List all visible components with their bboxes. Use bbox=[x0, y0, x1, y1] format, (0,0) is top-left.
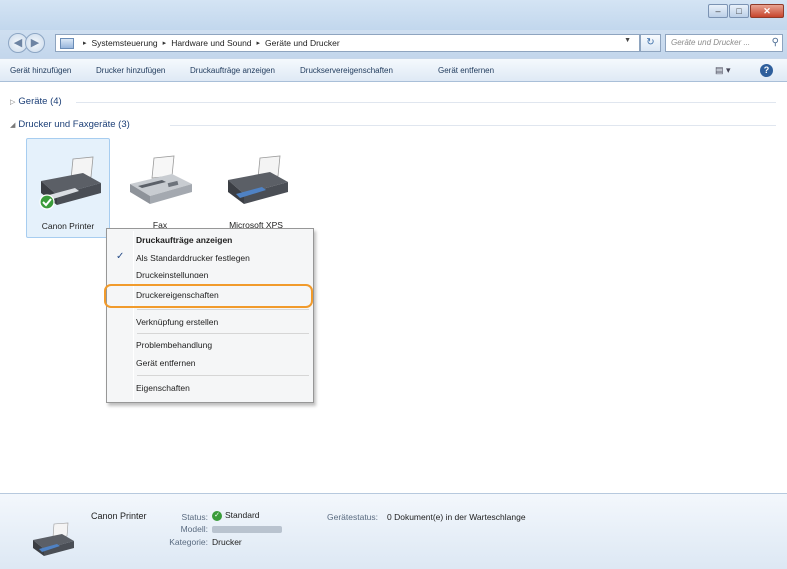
show-print-jobs-button[interactable]: Druckaufträge anzeigen bbox=[190, 66, 275, 75]
menu-item-remove-device[interactable]: Gerät entfernen bbox=[136, 358, 196, 368]
menu-item-show-print-jobs[interactable]: Druckaufträge anzeigen bbox=[136, 235, 232, 245]
breadcrumb-item-devices-printers[interactable]: Geräte und Drucker bbox=[265, 38, 340, 48]
group-devices-label: Geräte (4) bbox=[18, 96, 62, 107]
minimize-button[interactable]: – bbox=[708, 4, 728, 18]
forward-arrow-icon: ▶ bbox=[30, 37, 40, 49]
printer-icon bbox=[35, 155, 105, 213]
printer-name: Canon Printer bbox=[41, 221, 95, 231]
title-bar: – □ ✕ bbox=[0, 0, 787, 30]
search-input[interactable]: Geräte und Drucker ... ⚲ bbox=[665, 34, 783, 52]
device-status-label: Gerätestatus: bbox=[327, 512, 379, 522]
printer-canon[interactable]: Canon Printer bbox=[26, 138, 110, 238]
redacted-value bbox=[212, 526, 282, 534]
menu-item-properties[interactable]: Eigenschaften bbox=[136, 383, 190, 393]
close-button[interactable]: ✕ bbox=[750, 4, 784, 18]
collapse-icon: ◢ bbox=[10, 122, 16, 129]
breadcrumb-separator-icon[interactable]: ▸ bbox=[163, 39, 167, 47]
add-device-button[interactable]: Gerät hinzufügen bbox=[10, 66, 71, 75]
help-icon[interactable]: ? bbox=[760, 64, 773, 77]
search-icon[interactable]: ⚲ bbox=[772, 37, 779, 48]
printer-icon bbox=[30, 522, 76, 562]
highlight-ring bbox=[104, 284, 313, 308]
group-divider bbox=[170, 125, 776, 126]
printer-microsoft-xps[interactable]: Microsoft XPS bbox=[214, 138, 298, 238]
refresh-button[interactable]: ↻ bbox=[640, 34, 661, 52]
add-printer-button[interactable]: Drucker hinzufügen bbox=[96, 66, 165, 75]
control-panel-icon bbox=[60, 37, 74, 49]
group-divider bbox=[76, 102, 776, 103]
check-icon: ✓ bbox=[116, 251, 125, 262]
view-options-button[interactable]: ▤ ▾ bbox=[715, 65, 731, 76]
group-printers[interactable]: ◢ Drucker und Faxgeräte (3) bbox=[10, 119, 130, 130]
menu-separator bbox=[137, 309, 309, 310]
printer-fax[interactable]: Fax bbox=[118, 138, 202, 238]
maximize-icon: □ bbox=[736, 6, 742, 16]
breadcrumb-item-systemsteuerung[interactable]: Systemsteuerung bbox=[92, 38, 158, 48]
model-value-redacted bbox=[212, 524, 282, 534]
minimize-icon: – bbox=[715, 6, 721, 16]
back-arrow-icon: ◀ bbox=[13, 37, 23, 49]
fax-icon bbox=[126, 154, 196, 212]
status-label: Status: bbox=[181, 512, 208, 522]
category-label: Kategorie: bbox=[169, 537, 208, 547]
close-icon: ✕ bbox=[763, 6, 771, 16]
refresh-icon: ↻ bbox=[646, 37, 655, 48]
details-device-name: Canon Printer bbox=[91, 511, 147, 521]
model-label: Modell: bbox=[180, 524, 208, 534]
group-printers-label: Drucker und Faxgeräte (3) bbox=[18, 119, 130, 130]
menu-item-printing-preferences[interactable]: Druckeinstellungen bbox=[136, 270, 208, 278]
menu-separator bbox=[137, 333, 309, 334]
menu-item-create-shortcut[interactable]: Verknüpfung erstellen bbox=[136, 317, 218, 327]
status-ok-icon: ✓ bbox=[212, 510, 222, 521]
status-value-text: Standard bbox=[225, 510, 260, 520]
breadcrumb[interactable]: ▸ Systemsteuerung ▸ Hardware und Sound ▸… bbox=[55, 34, 640, 52]
menu-item-troubleshoot[interactable]: Problembehandlung bbox=[136, 340, 212, 350]
maximize-button[interactable]: □ bbox=[729, 4, 749, 18]
command-bar: Gerät hinzufügen Drucker hinzufügen Druc… bbox=[0, 58, 787, 82]
address-dropdown-icon[interactable]: ▼ bbox=[624, 37, 631, 44]
breadcrumb-separator-icon[interactable]: ▸ bbox=[83, 39, 87, 47]
print-server-properties-button[interactable]: Druckservereigenschaften bbox=[300, 66, 393, 75]
search-placeholder: Geräte und Drucker ... bbox=[671, 38, 751, 47]
status-value: ✓ Standard bbox=[212, 510, 260, 521]
expand-icon: ▷ bbox=[10, 99, 16, 106]
menu-item-set-default[interactable]: Als Standarddrucker festlegen bbox=[136, 253, 250, 263]
breadcrumb-separator-icon[interactable]: ▸ bbox=[257, 39, 261, 47]
device-status-value: 0 Dokument(e) in der Warteschlange bbox=[387, 512, 526, 522]
details-pane: Canon Printer Status: ✓ Standard Modell: … bbox=[0, 493, 787, 569]
menu-gutter bbox=[133, 231, 134, 400]
address-row: ◀ ▶ ▸ Systemsteuerung ▸ Hardware und Sou… bbox=[0, 30, 787, 58]
breadcrumb-item-hardware[interactable]: Hardware und Sound bbox=[171, 38, 251, 48]
category-value: Drucker bbox=[212, 537, 242, 547]
context-menu: Druckaufträge anzeigen ✓ Als Standarddru… bbox=[106, 228, 314, 403]
menu-separator bbox=[137, 375, 309, 376]
remove-device-button[interactable]: Gerät entfernen bbox=[438, 66, 494, 75]
group-devices[interactable]: ▷ Geräte (4) bbox=[10, 96, 62, 107]
printer-icon bbox=[222, 154, 292, 212]
forward-button[interactable]: ▶ bbox=[25, 33, 45, 53]
